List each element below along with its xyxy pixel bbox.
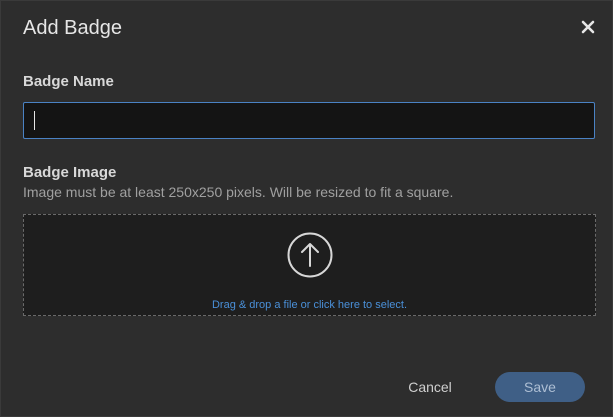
save-button[interactable]: Save — [495, 372, 585, 402]
badge-image-hint: Image must be at least 250x250 pixels. W… — [23, 184, 454, 200]
dropzone-link-text[interactable]: Drag & drop a file or click here to sele… — [24, 298, 595, 312]
dialog-title: Add Badge — [23, 17, 122, 39]
cancel-button[interactable]: Cancel — [399, 373, 461, 401]
badge-name-input[interactable] — [23, 102, 595, 139]
badge-image-label: Badge Image — [23, 164, 117, 181]
close-icon — [581, 20, 595, 34]
close-button[interactable] — [578, 17, 598, 37]
text-caret — [34, 111, 35, 130]
image-dropzone[interactable]: Drag & drop a file or click here to sele… — [23, 214, 596, 316]
upload-arrow-icon — [287, 232, 333, 278]
add-badge-dialog: Add Badge Badge Name Badge Image Image m… — [0, 0, 613, 417]
badge-name-label: Badge Name — [23, 73, 114, 90]
